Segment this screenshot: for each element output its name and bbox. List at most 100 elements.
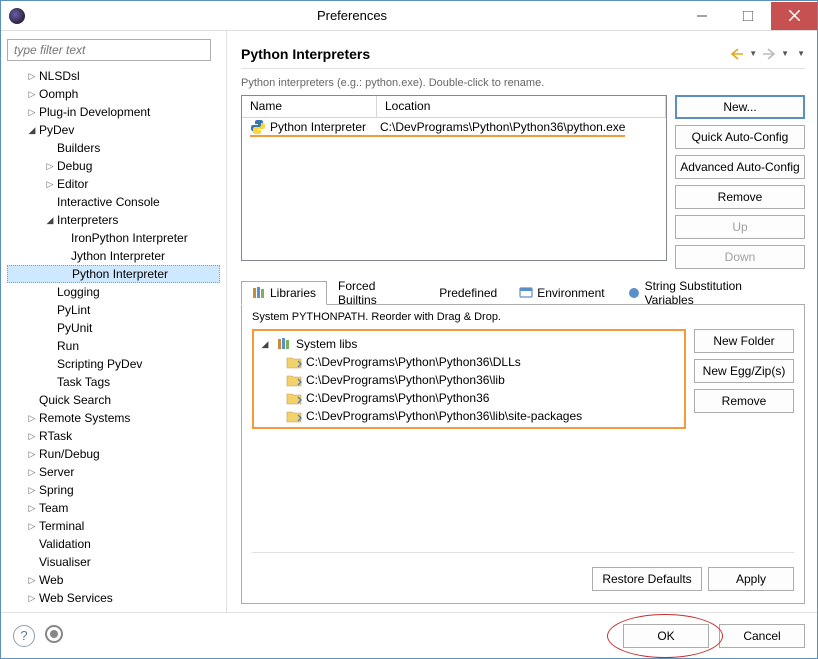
nav-forward-icon[interactable] [761, 46, 777, 62]
eclipse-icon [9, 8, 25, 24]
lib-path-item[interactable]: C:\DevPrograms\Python\Python36\lib\site-… [258, 407, 680, 425]
tree-item[interactable]: ▷Web Services [7, 589, 220, 604]
tree-item[interactable]: Builders [7, 139, 220, 157]
apply-button[interactable]: Apply [708, 567, 794, 591]
system-libs-tree[interactable]: ◢ System libs C:\DevPrograms\Python\Pyth… [252, 329, 686, 429]
minimize-button[interactable] [679, 2, 725, 30]
tree-item[interactable]: Scripting PyDev [7, 355, 220, 373]
tree-item[interactable]: ▷Run/Debug [7, 445, 220, 463]
tree-item[interactable]: Quick Search [7, 391, 220, 409]
tree-item[interactable]: Interactive Console [7, 193, 220, 211]
tree-item[interactable]: PyLint [7, 301, 220, 319]
remove-lib-button[interactable]: Remove [694, 389, 794, 413]
tree-item[interactable]: Python Interpreter [7, 265, 220, 283]
filter-input[interactable] [7, 39, 211, 61]
expand-icon[interactable]: ▷ [25, 485, 39, 496]
new-button[interactable]: New... [675, 95, 805, 119]
tree-item[interactable]: Visualiser [7, 553, 220, 571]
tree-item[interactable]: ◢PyDev [7, 121, 220, 139]
tree-item[interactable]: PyUnit [7, 319, 220, 337]
tree-item[interactable]: ▷Team [7, 499, 220, 517]
tree-item[interactable]: ▷Terminal [7, 517, 220, 535]
tab-string-substitution[interactable]: String Substitution Variables [616, 281, 805, 304]
tree-item[interactable]: IronPython Interpreter [7, 229, 220, 247]
tree-item-label: Terminal [39, 519, 84, 533]
tab-libraries[interactable]: Libraries [241, 281, 327, 305]
expand-icon[interactable]: ▷ [25, 71, 39, 82]
tree-item[interactable]: ▷Web [7, 571, 220, 589]
close-button[interactable] [771, 2, 817, 30]
view-menu-dropdown[interactable]: ▼ [797, 49, 805, 58]
tree-item[interactable]: Logging [7, 283, 220, 301]
up-button[interactable]: Up [675, 215, 805, 239]
remove-interpreter-button[interactable]: Remove [675, 185, 805, 209]
tree-item[interactable]: Run [7, 337, 220, 355]
oomph-record-icon[interactable] [45, 625, 63, 643]
expand-icon[interactable]: ▷ [43, 161, 57, 172]
libraries-icon [276, 337, 292, 351]
lib-path-text: C:\DevPrograms\Python\Python36\lib\site-… [306, 409, 582, 423]
footer: ? OK Cancel [1, 612, 817, 658]
tree-item[interactable]: ▷Plug-in Development [7, 103, 220, 121]
tree-item[interactable]: ▷NLSDsl [7, 67, 220, 85]
col-location[interactable]: Location [377, 96, 666, 117]
expand-icon[interactable]: ▷ [43, 179, 57, 190]
expand-icon[interactable]: ▷ [25, 575, 39, 586]
preferences-tree[interactable]: ▷NLSDsl▷Oomph▷Plug-in Development◢PyDevB… [7, 67, 220, 604]
help-icon[interactable]: ? [13, 625, 35, 647]
expand-icon[interactable]: ▷ [25, 467, 39, 478]
new-egg-button[interactable]: New Egg/Zip(s) [694, 359, 794, 383]
nav-back-icon[interactable] [729, 46, 745, 62]
quick-auto-config-button[interactable]: Quick Auto-Config [675, 125, 805, 149]
tree-item[interactable]: ▷Spring [7, 481, 220, 499]
expand-icon[interactable]: ▷ [25, 431, 39, 442]
expand-icon[interactable]: ▷ [25, 449, 39, 460]
expand-icon[interactable]: ▷ [25, 503, 39, 514]
expand-icon[interactable]: ▷ [25, 89, 39, 100]
tree-item[interactable]: ▷Remote Systems [7, 409, 220, 427]
lib-path-item[interactable]: C:\DevPrograms\Python\Python36\lib [258, 371, 680, 389]
tree-item[interactable]: Validation [7, 535, 220, 553]
interpreter-row[interactable]: Python Interpreter C:\DevPrograms\Python… [242, 118, 666, 138]
restore-defaults-button[interactable]: Restore Defaults [592, 567, 702, 591]
collapse-icon[interactable]: ◢ [25, 125, 39, 136]
advanced-auto-config-button[interactable]: Advanced Auto-Config [675, 155, 805, 179]
tree-item-label: Oomph [39, 87, 78, 101]
lib-path-item[interactable]: C:\DevPrograms\Python\Python36 [258, 389, 680, 407]
col-name[interactable]: Name [242, 96, 377, 117]
tree-item-label: Server [39, 465, 74, 479]
down-button[interactable]: Down [675, 245, 805, 269]
tree-item[interactable]: ▷Oomph [7, 85, 220, 103]
system-libs-root[interactable]: ◢ System libs [258, 335, 680, 353]
expand-icon[interactable]: ▷ [25, 413, 39, 424]
tree-item-label: Interpreters [57, 213, 118, 227]
nav-back-dropdown[interactable]: ▼ [749, 49, 757, 58]
page-subtitle: Python interpreters (e.g.: python.exe). … [241, 77, 805, 89]
lib-path-item[interactable]: C:\DevPrograms\Python\Python36\DLLs [258, 353, 680, 371]
folder-icon [286, 356, 302, 369]
libraries-icon [252, 286, 266, 300]
interpreter-table[interactable]: Name Location Python Interpreter C:\DevP… [241, 95, 667, 261]
nav-forward-dropdown[interactable]: ▼ [781, 49, 789, 58]
expand-icon[interactable]: ▷ [25, 593, 39, 604]
tree-item[interactable]: ▷Debug [7, 157, 220, 175]
tab-forced-builtins[interactable]: Forced Builtins [327, 281, 428, 304]
expand-icon[interactable]: ▷ [25, 107, 39, 118]
tree-item[interactable]: ▷Editor [7, 175, 220, 193]
tree-item[interactable]: Task Tags [7, 373, 220, 391]
string-sub-icon [627, 286, 641, 300]
tab-environment[interactable]: Environment [508, 281, 615, 304]
tree-item[interactable]: ◢Interpreters [7, 211, 220, 229]
expand-icon[interactable]: ◢ [258, 339, 272, 350]
new-folder-button[interactable]: New Folder [694, 329, 794, 353]
tab-predefined[interactable]: Predefined [428, 281, 508, 304]
ok-button[interactable]: OK [623, 624, 709, 648]
maximize-button[interactable] [725, 2, 771, 30]
tree-item[interactable]: ▷RTask [7, 427, 220, 445]
tree-item[interactable]: Jython Interpreter [7, 247, 220, 265]
collapse-icon[interactable]: ◢ [43, 215, 57, 226]
tree-item[interactable]: ▷Server [7, 463, 220, 481]
tree-item-label: Run [57, 339, 79, 353]
cancel-button[interactable]: Cancel [719, 624, 805, 648]
expand-icon[interactable]: ▷ [25, 521, 39, 532]
